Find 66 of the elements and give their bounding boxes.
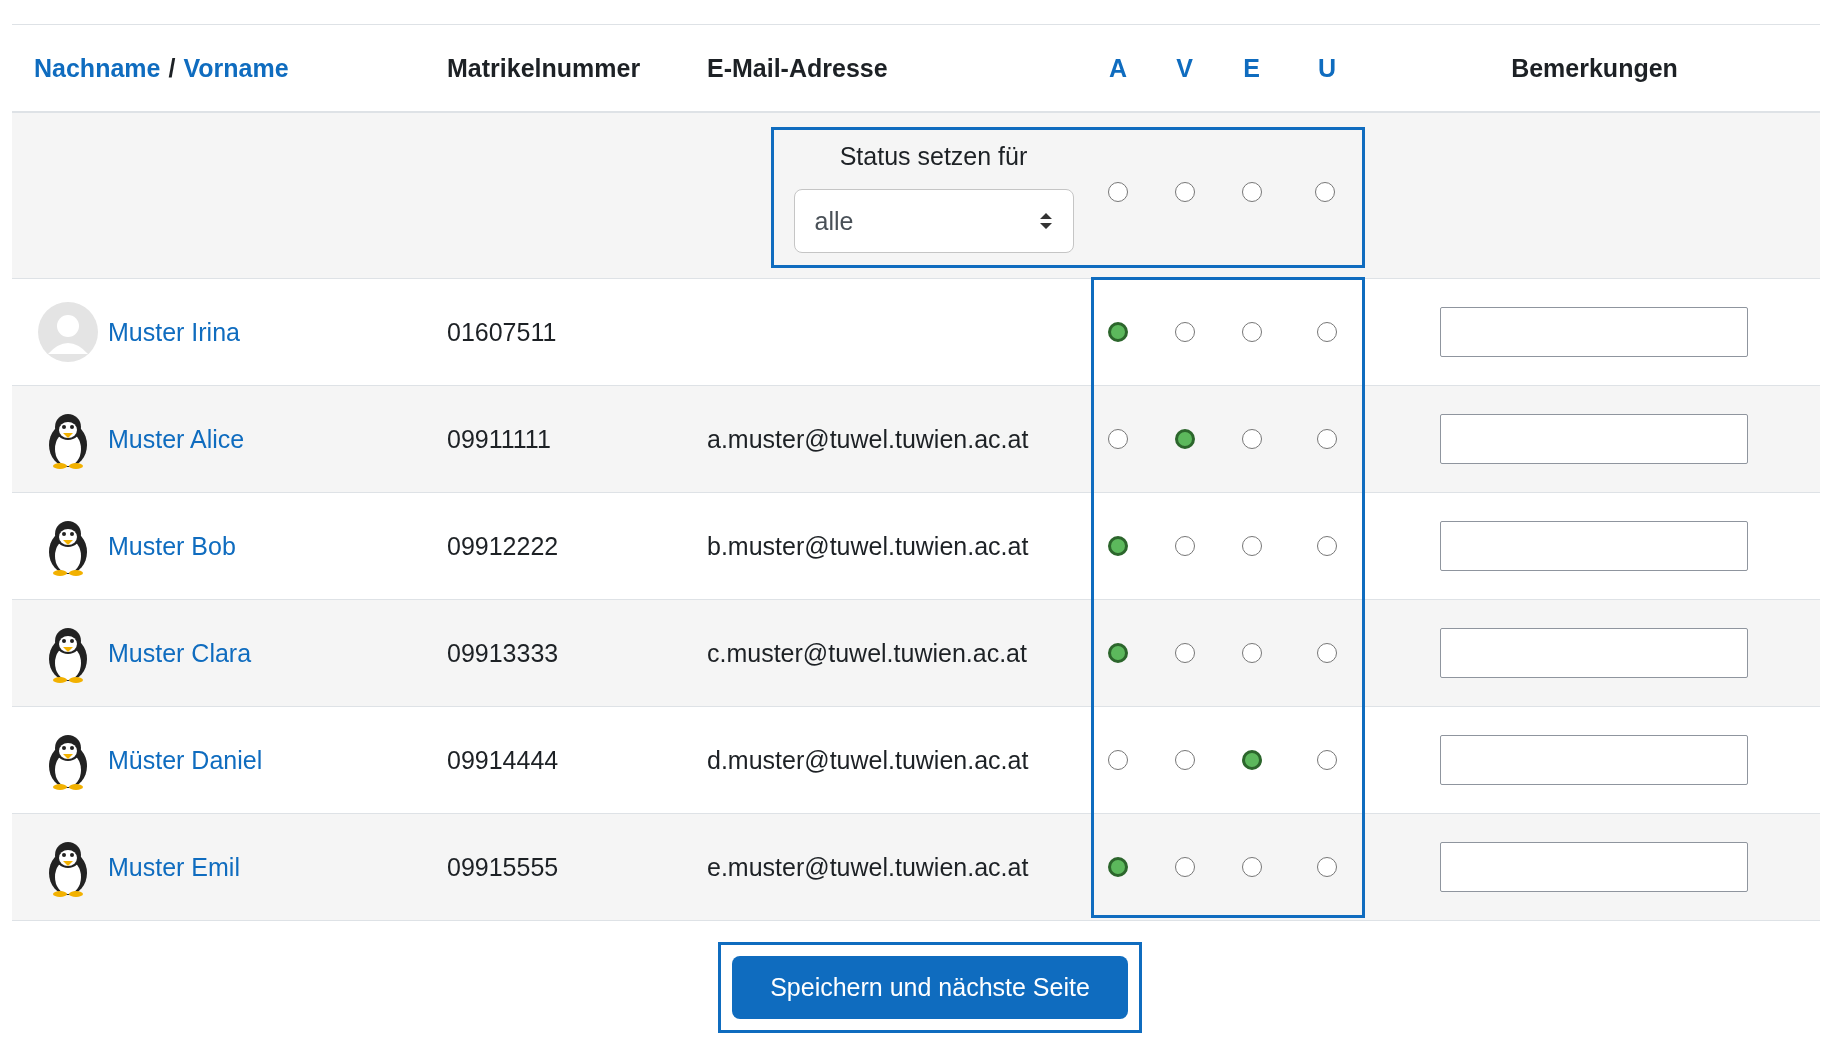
- radio-button[interactable]: [1315, 182, 1335, 202]
- sort-caret-icon: [1038, 211, 1053, 231]
- radio-button[interactable]: [1317, 322, 1337, 342]
- remark-input-field[interactable]: [1439, 628, 1748, 678]
- radio-button[interactable]: [1108, 182, 1128, 202]
- student-name-link[interactable]: Müster Daniel: [108, 745, 263, 775]
- save-button[interactable]: Speichern und nächste Seite: [732, 956, 1128, 1019]
- student-name-link[interactable]: Muster Bob: [108, 531, 236, 561]
- radio-button[interactable]: [1108, 643, 1128, 663]
- radio-button[interactable]: [1108, 536, 1128, 556]
- radio-button[interactable]: [1108, 750, 1128, 770]
- student-name-link[interactable]: Muster Alice: [108, 424, 245, 454]
- student-name-link[interactable]: Muster Emil: [108, 852, 240, 882]
- radio-button[interactable]: [1241, 322, 1262, 342]
- radio-button[interactable]: [1174, 536, 1195, 556]
- column-header: Bemerkungen: [1511, 53, 1678, 83]
- separator-text: /: [168, 53, 176, 83]
- status-column-link[interactable]: A: [1108, 53, 1128, 83]
- radio-button[interactable]: [1241, 429, 1262, 449]
- radio-button[interactable]: [1317, 750, 1337, 770]
- status-select[interactable]: alle: [793, 189, 1074, 253]
- radio-button[interactable]: [1174, 643, 1195, 663]
- radio-button[interactable]: [1108, 857, 1128, 877]
- radio-button[interactable]: [1241, 182, 1262, 202]
- remark-input-field[interactable]: [1439, 414, 1748, 464]
- remark-input-field[interactable]: [1439, 521, 1748, 571]
- radio-button[interactable]: [1174, 857, 1195, 877]
- matrikel-number: 09915555: [447, 852, 559, 882]
- radio-button[interactable]: [1174, 322, 1195, 342]
- sort-link[interactable]: Nachname: [34, 53, 161, 83]
- radio-button[interactable]: [1241, 643, 1262, 663]
- email-address: d.muster@tuwel.tuwien.ac.at: [707, 745, 1029, 775]
- column-header: Matrikelnummer: [447, 53, 641, 83]
- remark-input-field[interactable]: [1439, 842, 1748, 892]
- status-column-link[interactable]: E: [1243, 53, 1260, 83]
- status-label: Status setzen für: [839, 142, 1028, 171]
- matrikel-number: 09911111: [447, 424, 551, 454]
- radio-button[interactable]: [1317, 857, 1337, 877]
- column-header: E-Mail-Adresse: [707, 53, 888, 83]
- radio-button[interactable]: [1174, 429, 1195, 449]
- radio-button[interactable]: [1108, 429, 1128, 449]
- matrikel-number: 01607511: [447, 317, 557, 347]
- radio-button[interactable]: [1317, 536, 1337, 556]
- remark-input-field[interactable]: [1439, 307, 1748, 357]
- student-name-link[interactable]: Muster Irina: [108, 317, 240, 347]
- email-address: a.muster@tuwel.tuwien.ac.at: [707, 424, 1029, 454]
- email-address: b.muster@tuwel.tuwien.ac.at: [707, 531, 1029, 561]
- student-name-link[interactable]: Muster Clara: [108, 638, 252, 668]
- radio-button[interactable]: [1174, 182, 1195, 202]
- radio-button[interactable]: [1241, 536, 1262, 556]
- email-address: c.muster@tuwel.tuwien.ac.at: [707, 638, 1027, 668]
- remark-input-field[interactable]: [1439, 735, 1748, 785]
- matrikel-number: 09914444: [447, 745, 559, 775]
- radio-button[interactable]: [1317, 643, 1337, 663]
- matrikel-number: 09913333: [447, 638, 559, 668]
- status-column-link[interactable]: U: [1317, 53, 1337, 83]
- sort-link[interactable]: Vorname: [183, 53, 289, 83]
- radio-button[interactable]: [1174, 750, 1195, 770]
- matrikel-number: 09912222: [447, 531, 559, 561]
- radio-button[interactable]: [1317, 429, 1337, 449]
- status-column-link[interactable]: V: [1176, 53, 1193, 83]
- radio-button[interactable]: [1108, 322, 1128, 342]
- radio-button[interactable]: [1241, 750, 1262, 770]
- email-address: e.muster@tuwel.tuwien.ac.at: [707, 852, 1029, 882]
- radio-button[interactable]: [1241, 857, 1262, 877]
- avatar-icon: [38, 302, 98, 362]
